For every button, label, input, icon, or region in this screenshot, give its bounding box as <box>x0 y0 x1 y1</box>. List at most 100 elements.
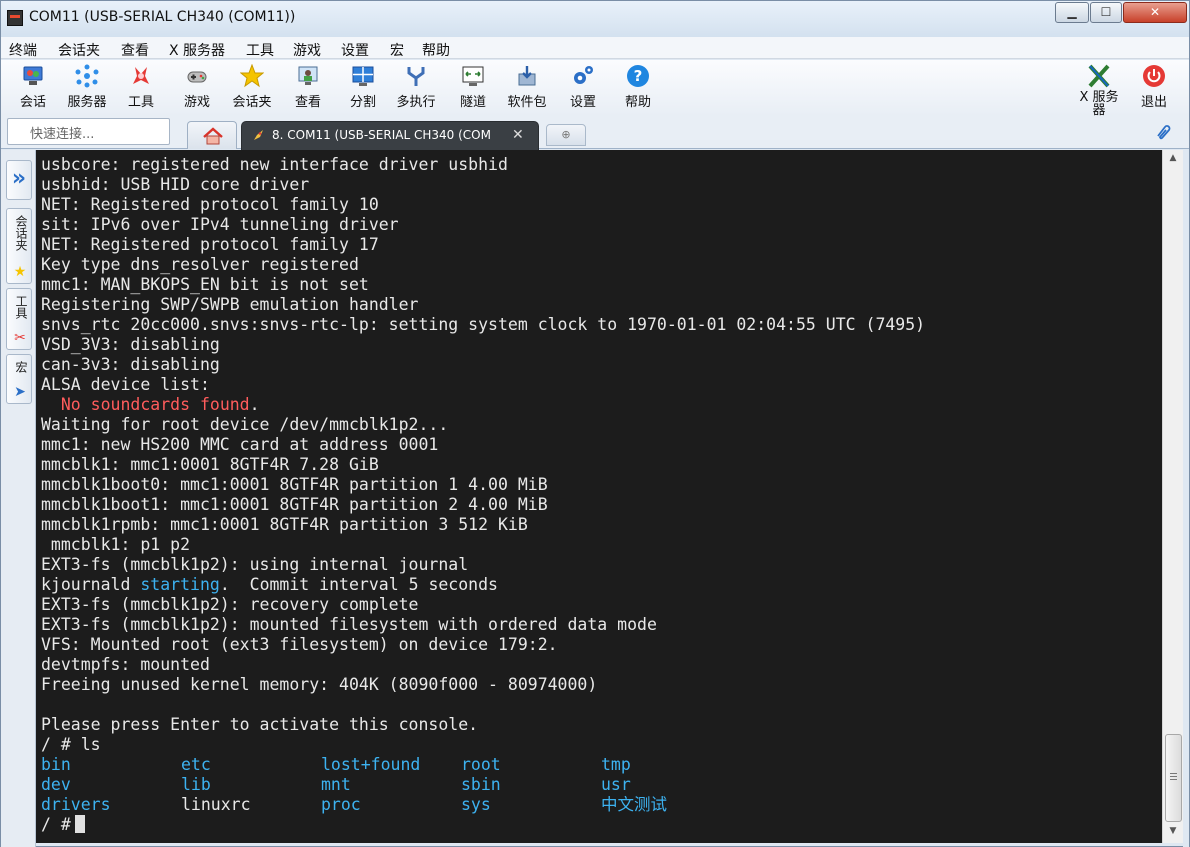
toolbar-session-button[interactable]: 会话 <box>10 64 56 110</box>
help-icon: ? <box>626 64 650 88</box>
app-icon <box>7 10 23 26</box>
terminal-line: mmc1: new HS200 MMC card at address 0001 <box>41 435 439 454</box>
ls-entry: bin <box>41 755 71 774</box>
terminal-line: EXT3-fs (mmcblk1p2): using internal jour… <box>41 555 469 574</box>
toolbar-settings-button[interactable]: 设置 <box>560 64 606 110</box>
new-tab-button[interactable]: ⊕ <box>546 124 586 146</box>
sidebar-tools-tab[interactable]: 工具 ✂ <box>6 288 32 350</box>
terminal-output: usbcore: registered new interface driver… <box>41 155 925 835</box>
terminal-line: usbcore: registered new interface driver… <box>41 155 508 174</box>
view-icon <box>296 64 320 88</box>
window-title: COM11 (USB-SERIAL CH340 (COM11)) <box>29 9 296 25</box>
minimize-button[interactable]: ▁ <box>1055 2 1089 23</box>
terminal-line: mmcblk1: p1 p2 <box>41 535 191 554</box>
sidebar-sessions-tab[interactable]: 会话夹 ★ <box>6 208 32 284</box>
menu-tools[interactable]: 工具 <box>246 40 274 60</box>
terminal-line: ALSA device list: <box>41 375 210 394</box>
terminal-line: No soundcards found. <box>60 395 260 414</box>
ls-entry: drivers <box>41 795 111 814</box>
home-icon <box>203 127 223 145</box>
toolbar: 会话 服务器 工具 游戏 会话夹 查看 分割 多执行 隧道 软件包 设置 ? 帮… <box>1 60 1189 117</box>
ls-entry: usr <box>601 775 631 794</box>
tab-bar: 快速连接... 8. COM11 (USB-SERIAL CH340 (COM … <box>1 116 1189 150</box>
maximize-button[interactable]: ☐ <box>1090 2 1122 23</box>
split-icon <box>351 64 375 88</box>
terminal-line: EXT3-fs (mmcblk1p2): recovery complete <box>41 595 419 614</box>
terminal-line: devtmpfs: mounted <box>41 655 210 674</box>
games-icon <box>185 64 209 88</box>
menu-x-server[interactable]: X 服务器 <box>169 40 225 60</box>
tab-com11[interactable]: 8. COM11 (USB-SERIAL CH340 (COM ✕ <box>241 121 539 150</box>
menu-help[interactable]: 帮助 <box>422 40 450 60</box>
toolbar-sessions-button[interactable]: 会话夹 <box>229 63 275 110</box>
terminal-view[interactable]: usbcore: registered new interface driver… <box>36 150 1162 843</box>
menu-sessions[interactable]: 会话夹 <box>58 40 100 60</box>
tunnel-icon <box>461 64 485 88</box>
terminal-line: VSD_3V3: disabling <box>41 335 220 354</box>
toolbar-tools-button[interactable]: 工具 <box>118 64 164 110</box>
ls-entry: sys <box>461 795 491 814</box>
sidebar-macros-tab[interactable]: 宏 ➤ <box>6 354 32 404</box>
ls-entry: 中文测试 <box>601 795 667 814</box>
menu-view[interactable]: 查看 <box>121 40 149 60</box>
home-tab[interactable] <box>187 121 237 149</box>
ls-entry: tmp <box>601 755 631 774</box>
tools-icon <box>129 64 153 88</box>
x-server-icon <box>1087 64 1111 88</box>
toolbar-tunnel-button[interactable]: 隧道 <box>450 64 496 110</box>
scroll-up-arrow[interactable]: ▲ <box>1163 150 1183 167</box>
multiexec-icon <box>404 64 428 88</box>
ls-entry: proc <box>321 795 361 814</box>
terminal-line: / # ls <box>41 735 101 754</box>
ls-entry: sbin <box>461 775 501 794</box>
toolbar-games-button[interactable]: 游戏 <box>174 64 220 110</box>
settings-icon <box>571 64 595 88</box>
menu-macros[interactable]: 宏 <box>390 40 404 60</box>
left-sidebar: » 会话夹 ★ 工具 ✂ 宏 ➤ <box>1 150 36 847</box>
servers-icon <box>75 64 99 88</box>
tab-close-icon[interactable]: ✕ <box>512 127 524 143</box>
ls-entry: lost+found <box>321 755 421 774</box>
ls-output-row: bin etc lost+found root tmp <box>41 755 925 775</box>
toolbar-packages-button[interactable]: 软件包 <box>504 64 550 110</box>
quick-connect-input[interactable]: 快速连接... <box>7 118 170 145</box>
terminal-line: Please press Enter to activate this cons… <box>41 715 479 734</box>
close-button[interactable]: ✕ <box>1123 2 1187 23</box>
menu-settings[interactable]: 设置 <box>341 40 369 60</box>
ls-entry: dev <box>41 775 71 794</box>
toolbar-multiexec-button[interactable]: 多执行 <box>393 64 439 110</box>
toolbar-servers-button[interactable]: 服务器 <box>64 64 110 110</box>
star-icon <box>239 63 265 88</box>
ls-output-row: drivers linuxrc proc sys 中文测试 <box>41 795 925 815</box>
toolbar-x-server-button[interactable]: X 服务器 <box>1076 64 1122 117</box>
scroll-down-arrow[interactable]: ▼ <box>1163 823 1183 840</box>
power-icon <box>1142 64 1166 88</box>
ls-entry: mnt <box>321 775 351 794</box>
packages-icon <box>515 64 539 88</box>
menu-games[interactable]: 游戏 <box>293 40 321 60</box>
ls-entry: lib <box>181 775 211 794</box>
prompt-line: / # <box>41 815 925 835</box>
toolbar-split-button[interactable]: 分割 <box>340 64 386 110</box>
sidebar-expand-button[interactable]: » <box>6 160 32 200</box>
ls-output-row: dev lib mnt sbin usr <box>41 775 925 795</box>
terminal-line: can-3v3: disabling <box>41 355 220 374</box>
toolbar-exit-button[interactable]: 退出 <box>1131 64 1177 110</box>
star-icon: ★ <box>13 264 27 280</box>
vertical-scrollbar[interactable]: ▲ ▼ <box>1162 150 1183 843</box>
menu-terminal[interactable]: 终端 <box>9 40 37 60</box>
toolbar-help-button[interactable]: ? 帮助 <box>615 64 661 110</box>
scroll-thumb[interactable] <box>1165 734 1182 822</box>
terminal-line: mmcblk1boot0: mmc1:0001 8GTF4R partition… <box>41 475 548 494</box>
terminal-line: NET: Registered protocol family 17 <box>41 235 379 254</box>
paperclip-icon[interactable] <box>1153 122 1171 140</box>
terminal-line: Freeing unused kernel memory: 404K (8090… <box>41 675 598 694</box>
tools-icon: ✂ <box>14 330 26 346</box>
ls-entry: linuxrc <box>181 795 251 814</box>
terminal-line: kjournald starting. Commit interval 5 se… <box>41 575 498 594</box>
svg-text:?: ? <box>634 67 643 85</box>
terminal-line: Key type dns_resolver registered <box>41 255 359 274</box>
toolbar-view-button[interactable]: 查看 <box>285 64 331 110</box>
macro-icon: ➤ <box>14 384 26 400</box>
